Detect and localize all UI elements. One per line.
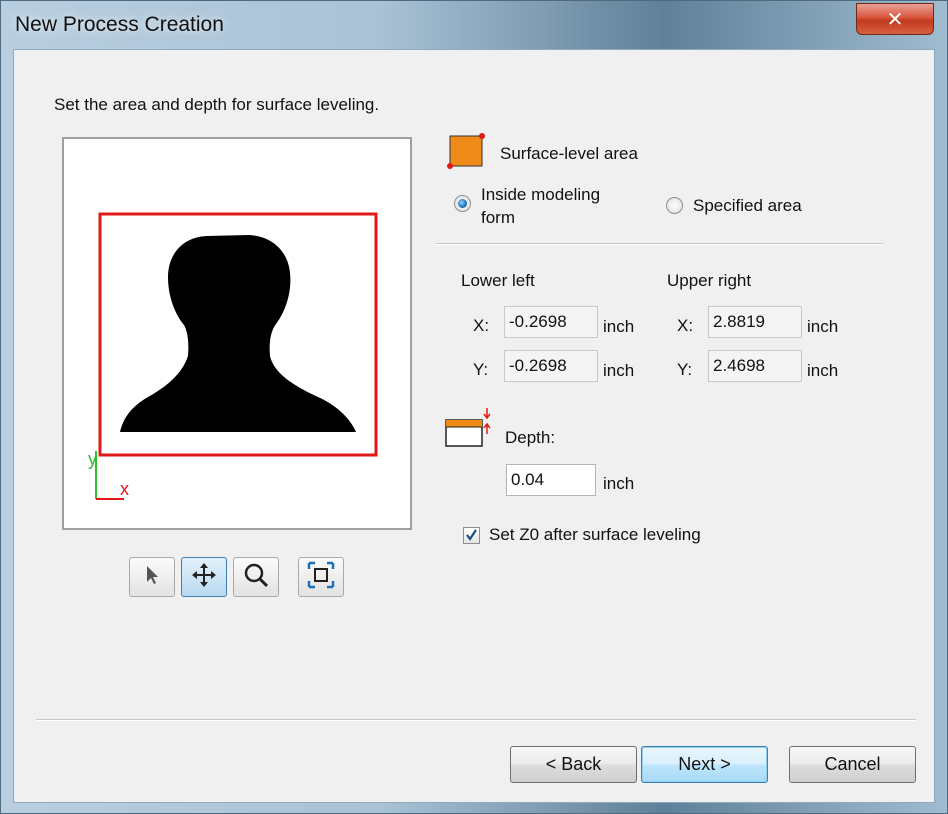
x-axis-label: x bbox=[120, 479, 129, 499]
depth-icon bbox=[444, 406, 494, 455]
unit-label: inch bbox=[807, 361, 839, 380]
option-line-1: Inside modeling bbox=[481, 185, 601, 204]
option-line-2: form bbox=[481, 208, 515, 227]
checkmark-icon bbox=[466, 529, 477, 541]
fit-view-icon bbox=[307, 561, 335, 594]
upper-right-label: Upper right bbox=[667, 271, 752, 290]
depth-field[interactable]: 0.04 bbox=[506, 464, 596, 496]
lower-left-x-label: X: bbox=[473, 316, 490, 335]
upper-right-y-field[interactable]: 2.4698 bbox=[708, 350, 802, 382]
preview-canvas: y x bbox=[88, 212, 378, 500]
lower-left-x-field[interactable]: -0.2698 bbox=[504, 306, 598, 338]
lower-left-y-label: Y: bbox=[473, 360, 489, 379]
surface-area-label: Surface-level area bbox=[500, 144, 638, 163]
magnifier-icon bbox=[243, 562, 269, 593]
specified-area-radio[interactable] bbox=[666, 197, 683, 214]
title-bar[interactable]: New Process Creation ✕ bbox=[1, 1, 947, 51]
next-button[interactable]: Next > bbox=[641, 746, 768, 783]
upper-right-x-label: X: bbox=[677, 316, 694, 335]
orange-area-icon bbox=[446, 132, 490, 177]
instruction-text: Set the area and depth for surface level… bbox=[54, 95, 380, 114]
close-icon: ✕ bbox=[886, 8, 904, 31]
unit-label: inch bbox=[603, 361, 635, 380]
cancel-button[interactable]: Cancel bbox=[789, 746, 916, 783]
zoom-tool-button[interactable] bbox=[233, 557, 279, 597]
move-arrows-icon bbox=[191, 562, 217, 593]
dialog-body: Set the area and depth for surface level… bbox=[13, 49, 935, 803]
inside-modeling-form-label[interactable]: Inside modeling form bbox=[481, 183, 600, 229]
lower-left-y-field[interactable]: -0.2698 bbox=[504, 350, 598, 382]
section-divider bbox=[436, 243, 883, 245]
back-button[interactable]: < Back bbox=[510, 746, 637, 783]
head-silhouette bbox=[120, 235, 356, 432]
footer-divider bbox=[36, 719, 916, 721]
preview-pane[interactable]: y x bbox=[62, 137, 412, 530]
set-z0-checkbox[interactable] bbox=[463, 527, 480, 544]
set-z0-label[interactable]: Set Z0 after surface leveling bbox=[489, 525, 701, 545]
window-title: New Process Creation bbox=[15, 13, 224, 36]
y-axis-label: y bbox=[88, 449, 97, 469]
close-button[interactable]: ✕ bbox=[856, 3, 934, 35]
select-tool-button[interactable] bbox=[129, 557, 175, 597]
unit-label: inch bbox=[603, 317, 635, 336]
depth-label: Depth: bbox=[505, 428, 556, 447]
depth-unit-label: inch bbox=[603, 474, 635, 493]
dialog-window: New Process Creation ✕ Set the area and … bbox=[0, 0, 948, 814]
pan-tool-button[interactable] bbox=[181, 557, 227, 597]
fit-tool-button[interactable] bbox=[298, 557, 344, 597]
upper-right-x-field[interactable]: 2.8819 bbox=[708, 306, 802, 338]
arrow-pointer-icon bbox=[143, 564, 161, 591]
upper-right-y-label: Y: bbox=[677, 360, 693, 379]
specified-area-label[interactable]: Specified area bbox=[693, 196, 802, 216]
inside-modeling-form-radio[interactable] bbox=[454, 195, 471, 212]
unit-label: inch bbox=[807, 317, 839, 336]
lower-left-label: Lower left bbox=[461, 271, 535, 290]
